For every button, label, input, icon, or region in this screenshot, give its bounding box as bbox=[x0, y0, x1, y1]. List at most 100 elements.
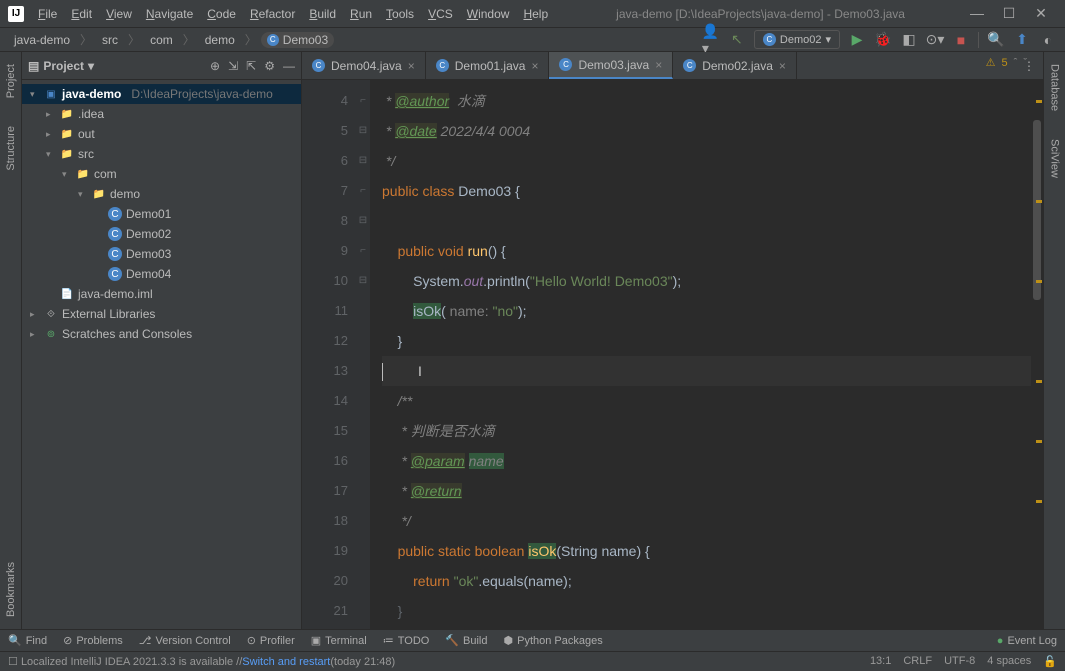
tree-demo[interactable]: ▾📁demo bbox=[22, 184, 301, 204]
file-encoding[interactable]: UTF-8 bbox=[944, 655, 975, 668]
project-tree[interactable]: ▾▣java-demoD:\IdeaProjects\java-demo▸📁.i… bbox=[22, 80, 301, 629]
tree-com[interactable]: ▾📁com bbox=[22, 164, 301, 184]
status-time: (today 21:48) bbox=[330, 656, 395, 668]
bookmarks-tool-tab[interactable]: Bookmarks bbox=[3, 558, 19, 621]
close-tab-icon[interactable]: × bbox=[779, 59, 786, 73]
close-tab-icon[interactable]: × bbox=[408, 59, 415, 73]
expand-all-icon[interactable]: ⇲ bbox=[228, 59, 238, 73]
tab-demo04-java[interactable]: CDemo04.java× bbox=[302, 52, 426, 79]
next-highlight-icon[interactable]: ˇ bbox=[1023, 57, 1027, 69]
run-button[interactable]: ▶ bbox=[848, 31, 866, 49]
stop-button[interactable]: ■ bbox=[952, 31, 970, 49]
database-tool-tab[interactable]: Database bbox=[1047, 60, 1063, 115]
breadcrumb-com[interactable]: com bbox=[144, 32, 179, 48]
tree-root[interactable]: ▾▣java-demoD:\IdeaProjects\java-demo bbox=[22, 84, 301, 104]
code-editor[interactable]: 456789101112131415161718192021 ⌐⊟⊟⌐⊟⌐⊟ *… bbox=[302, 80, 1043, 629]
indent-setting[interactable]: 4 spaces bbox=[987, 655, 1031, 668]
run-config-selector[interactable]: C Demo02 ▾ bbox=[754, 30, 840, 49]
update-icon[interactable]: ⬆ bbox=[1013, 31, 1031, 49]
status-link[interactable]: Switch and restart bbox=[242, 656, 330, 668]
prev-highlight-icon[interactable]: ˆ bbox=[1014, 57, 1018, 69]
tree-src[interactable]: ▾📁src bbox=[22, 144, 301, 164]
coverage-button[interactable]: ◧ bbox=[900, 31, 918, 49]
back-arrow-icon[interactable]: ↖ bbox=[728, 31, 746, 49]
warning-stripe[interactable] bbox=[1036, 200, 1042, 203]
project-panel: ▤ Project ▾ ⊕ ⇲ ⇱ ⚙ — ▾▣java-demoD:\Idea… bbox=[22, 52, 302, 629]
tool-find[interactable]: 🔍Find bbox=[8, 634, 47, 647]
tool-python-packages[interactable]: ⬢Python Packages bbox=[504, 634, 603, 647]
project-tool-tab[interactable]: Project bbox=[3, 60, 19, 102]
menu-window[interactable]: Window bbox=[461, 4, 516, 24]
breadcrumb-demo[interactable]: demo bbox=[199, 32, 241, 48]
search-icon[interactable]: 🔍 bbox=[987, 31, 1005, 49]
warning-stripe[interactable] bbox=[1036, 100, 1042, 103]
menu-view[interactable]: View bbox=[100, 4, 138, 24]
scrollbar-thumb[interactable] bbox=[1033, 120, 1041, 300]
tree-idea[interactable]: ▸📁.idea bbox=[22, 104, 301, 124]
inspection-widget[interactable]: ⚠5 ˆ ˇ bbox=[986, 56, 1027, 69]
menu-help[interactable]: Help bbox=[517, 4, 554, 24]
code-area[interactable]: * @author 水滴 * @date 2022/4/4 0004 */pub… bbox=[370, 80, 1031, 629]
tab-demo02-java[interactable]: CDemo02.java× bbox=[673, 52, 797, 79]
status-icon[interactable]: ☐ bbox=[8, 655, 18, 668]
menu-file[interactable]: File bbox=[32, 4, 63, 24]
warning-stripe[interactable] bbox=[1036, 500, 1042, 503]
tree-scratches[interactable]: ▸⊚Scratches and Consoles bbox=[22, 324, 301, 344]
menu-vcs[interactable]: VCS bbox=[422, 4, 459, 24]
line-gutter[interactable]: 456789101112131415161718192021 bbox=[302, 80, 356, 629]
breadcrumb-demo03[interactable]: CDemo03 bbox=[261, 32, 334, 48]
tool-build[interactable]: 🔨Build bbox=[445, 634, 487, 647]
fold-gutter[interactable]: ⌐⊟⊟⌐⊟⌐⊟ bbox=[356, 80, 370, 629]
readonly-icon[interactable]: 🔓 bbox=[1043, 655, 1057, 668]
menu-edit[interactable]: Edit bbox=[65, 4, 98, 24]
user-icon[interactable]: 👤▾ bbox=[702, 31, 720, 49]
close-button[interactable]: ✕ bbox=[1031, 5, 1051, 22]
tree-out[interactable]: ▸📁out bbox=[22, 124, 301, 144]
maximize-button[interactable]: ☐ bbox=[999, 5, 1019, 22]
tool-terminal[interactable]: ▣Terminal bbox=[311, 634, 367, 647]
tree-class-demo02[interactable]: CDemo02 bbox=[22, 224, 301, 244]
warning-stripe[interactable] bbox=[1036, 380, 1042, 383]
menu-build[interactable]: Build bbox=[303, 4, 342, 24]
hide-panel-icon[interactable]: — bbox=[283, 59, 295, 73]
line-separator[interactable]: CRLF bbox=[903, 655, 932, 668]
warning-stripe[interactable] bbox=[1036, 280, 1042, 283]
debug-button[interactable]: 🐞 bbox=[874, 31, 892, 49]
tool-todo[interactable]: ≔TODO bbox=[383, 634, 430, 647]
editor-scrollbar[interactable] bbox=[1031, 80, 1043, 629]
editor-tabs: CDemo04.java×CDemo01.java×CDemo03.java×C… bbox=[302, 52, 1043, 80]
tab-demo03-java[interactable]: CDemo03.java× bbox=[549, 52, 673, 79]
tree-external[interactable]: ▸⟐External Libraries bbox=[22, 304, 301, 324]
breadcrumb-src[interactable]: src bbox=[96, 32, 124, 48]
menu-navigate[interactable]: Navigate bbox=[140, 4, 199, 24]
tab-demo01-java[interactable]: CDemo01.java× bbox=[426, 52, 550, 79]
tree-class-demo04[interactable]: CDemo04 bbox=[22, 264, 301, 284]
menu-tools[interactable]: Tools bbox=[380, 4, 420, 24]
close-tab-icon[interactable]: × bbox=[655, 58, 662, 72]
sciview-tool-tab[interactable]: SciView bbox=[1047, 135, 1063, 182]
close-tab-icon[interactable]: × bbox=[531, 59, 538, 73]
tree-class-demo01[interactable]: CDemo01 bbox=[22, 204, 301, 224]
tool-problems[interactable]: ⊘Problems bbox=[63, 634, 123, 647]
menubar: FileEditViewNavigateCodeRefactorBuildRun… bbox=[32, 4, 554, 24]
caret-position[interactable]: 13:1 bbox=[870, 655, 891, 668]
project-panel-title[interactable]: ▤ Project ▾ bbox=[28, 59, 94, 73]
menu-code[interactable]: Code bbox=[201, 4, 242, 24]
warning-stripe[interactable] bbox=[1036, 440, 1042, 443]
select-opened-icon[interactable]: ⊕ bbox=[210, 59, 220, 73]
breadcrumb-java-demo[interactable]: java-demo bbox=[8, 32, 76, 48]
menu-refactor[interactable]: Refactor bbox=[244, 4, 301, 24]
structure-tool-tab[interactable]: Structure bbox=[3, 122, 19, 175]
profile-button[interactable]: ⊙▾ bbox=[926, 31, 944, 49]
settings-icon[interactable]: ⚙ bbox=[264, 59, 275, 73]
tool-version-control[interactable]: ⎇Version Control bbox=[139, 634, 231, 647]
ide-settings-icon[interactable]: ◐ bbox=[1039, 31, 1057, 49]
minimize-button[interactable]: — bbox=[967, 5, 987, 22]
menu-run[interactable]: Run bbox=[344, 4, 378, 24]
collapse-all-icon[interactable]: ⇱ bbox=[246, 59, 256, 73]
warning-icon: ⚠ bbox=[986, 56, 996, 69]
tree-class-demo03[interactable]: CDemo03 bbox=[22, 244, 301, 264]
tree-iml[interactable]: 📄java-demo.iml bbox=[22, 284, 301, 304]
event-log-button[interactable]: ●Event Log bbox=[997, 635, 1057, 647]
tool-profiler[interactable]: ⊙Profiler bbox=[247, 634, 295, 647]
